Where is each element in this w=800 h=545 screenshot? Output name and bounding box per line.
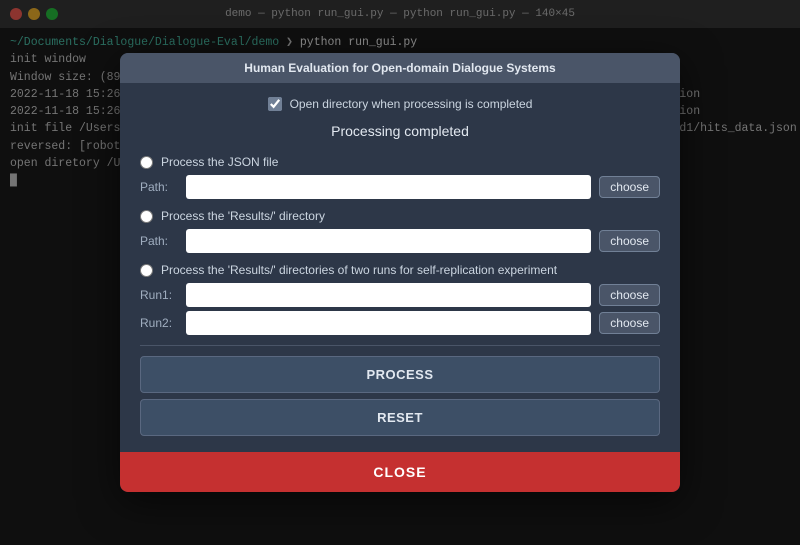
section-results: Process the 'Results/' directory Path: c… — [140, 209, 660, 253]
results-path-row: Path: choose — [140, 229, 660, 253]
processing-completed-text: Processing completed — [140, 123, 660, 139]
json-choose-button[interactable]: choose — [599, 176, 660, 198]
dialog: Human Evaluation for Open-domain Dialogu… — [120, 53, 680, 492]
section-two-runs-label: Process the 'Results/' directories of tw… — [140, 263, 660, 277]
dialog-body: Open directory when processing is comple… — [120, 83, 680, 452]
section-two-runs-radio[interactable] — [140, 264, 153, 277]
section-results-label: Process the 'Results/' directory — [140, 209, 660, 223]
run2-choose-button[interactable]: choose — [599, 312, 660, 334]
dialog-footer: CLOSE — [120, 452, 680, 492]
run2-label: Run2: — [140, 316, 178, 330]
dialog-overlay: Human Evaluation for Open-domain Dialogu… — [0, 0, 800, 545]
section-json-label: Process the JSON file — [140, 155, 660, 169]
section-results-radio[interactable] — [140, 210, 153, 223]
json-path-input[interactable] — [186, 175, 591, 199]
run2-path-input[interactable] — [186, 311, 591, 335]
open-dir-row: Open directory when processing is comple… — [140, 97, 660, 111]
open-dir-checkbox[interactable] — [268, 97, 282, 111]
json-path-row: Path: choose — [140, 175, 660, 199]
run1-path-row: Run1: choose — [140, 283, 660, 307]
close-button[interactable]: CLOSE — [120, 452, 680, 492]
reset-button[interactable]: RESET — [140, 399, 660, 436]
run2-path-row: Run2: choose — [140, 311, 660, 335]
run1-path-input[interactable] — [186, 283, 591, 307]
run1-label: Run1: — [140, 288, 178, 302]
open-dir-label: Open directory when processing is comple… — [290, 97, 533, 111]
section-two-runs: Process the 'Results/' directories of tw… — [140, 263, 660, 335]
results-choose-button[interactable]: choose — [599, 230, 660, 252]
section-json-radio[interactable] — [140, 156, 153, 169]
results-path-label: Path: — [140, 234, 178, 248]
process-button[interactable]: PROCESS — [140, 356, 660, 393]
results-path-input[interactable] — [186, 229, 591, 253]
dialog-header: Human Evaluation for Open-domain Dialogu… — [120, 53, 680, 83]
dialog-title: Human Evaluation for Open-domain Dialogu… — [244, 61, 555, 75]
divider — [140, 345, 660, 346]
run1-choose-button[interactable]: choose — [599, 284, 660, 306]
json-path-label: Path: — [140, 180, 178, 194]
section-json: Process the JSON file Path: choose — [140, 155, 660, 199]
